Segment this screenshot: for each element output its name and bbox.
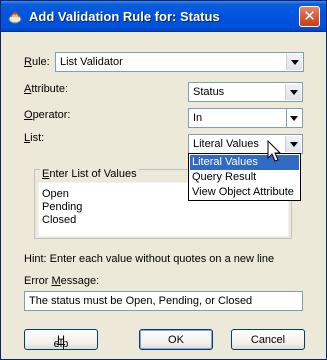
chevron-down-icon[interactable]: [285, 84, 301, 100]
cancel-button-label: Cancel: [250, 334, 286, 346]
error-message-field[interactable]: The status must be Open, Pending, or Clo…: [24, 291, 303, 311]
cancel-button[interactable]: Cancel: [231, 329, 305, 350]
app-icon: [8, 11, 22, 24]
attribute-select[interactable]: Status: [188, 82, 303, 102]
list-label: List:: [24, 132, 45, 144]
rule-label: Rule:: [24, 56, 50, 68]
chevron-down-icon[interactable]: [285, 136, 301, 152]
attribute-label: Attribute:: [24, 83, 69, 95]
help-button-label: Help: [53, 334, 69, 350]
attribute-value: Status: [193, 86, 225, 98]
error-message-label: Error Message:: [24, 275, 100, 287]
ok-button-label: OK: [168, 334, 184, 346]
chevron-down-icon[interactable]: [286, 54, 302, 70]
close-icon: ✕: [303, 7, 316, 25]
operator-value: In: [193, 112, 203, 124]
error-message-value: The status must be Open, Pending, or Clo…: [29, 295, 253, 307]
list-item: Closed: [42, 214, 77, 226]
hint-text: Hint: Enter each value without quotes on…: [24, 253, 275, 265]
mouse-cursor-icon: [267, 140, 282, 162]
list-value: Literal Values: [193, 138, 259, 150]
rule-value: List Validator: [60, 56, 123, 68]
title-bar[interactable]: Add Validation Rule for: Status ✕: [1, 1, 326, 32]
dropdown-option-query-result[interactable]: Query Result: [190, 170, 299, 185]
help-button[interactable]: Help: [24, 329, 98, 350]
list-item: Open: [42, 188, 69, 200]
dropdown-option-view-object-attribute[interactable]: View Object Attribute: [190, 185, 299, 200]
operator-label: Operator:: [24, 109, 71, 121]
operator-select[interactable]: In: [188, 108, 303, 128]
list-item: Pending: [42, 201, 83, 213]
list-dropdown: Literal Values Query Result View Object …: [188, 153, 301, 201]
values-group-title: Enter List of Values: [40, 168, 139, 180]
ok-button[interactable]: OK: [139, 329, 213, 350]
list-select[interactable]: Literal Values: [188, 134, 303, 154]
chevron-down-icon[interactable]: [286, 109, 302, 127]
rule-select[interactable]: List Validator: [55, 52, 304, 72]
close-button[interactable]: ✕: [299, 6, 320, 27]
add-validation-rule-dialog: Add Validation Rule for: Status ✕ Rule: …: [0, 0, 327, 360]
window-title: Add Validation Rule for: Status: [29, 9, 220, 24]
